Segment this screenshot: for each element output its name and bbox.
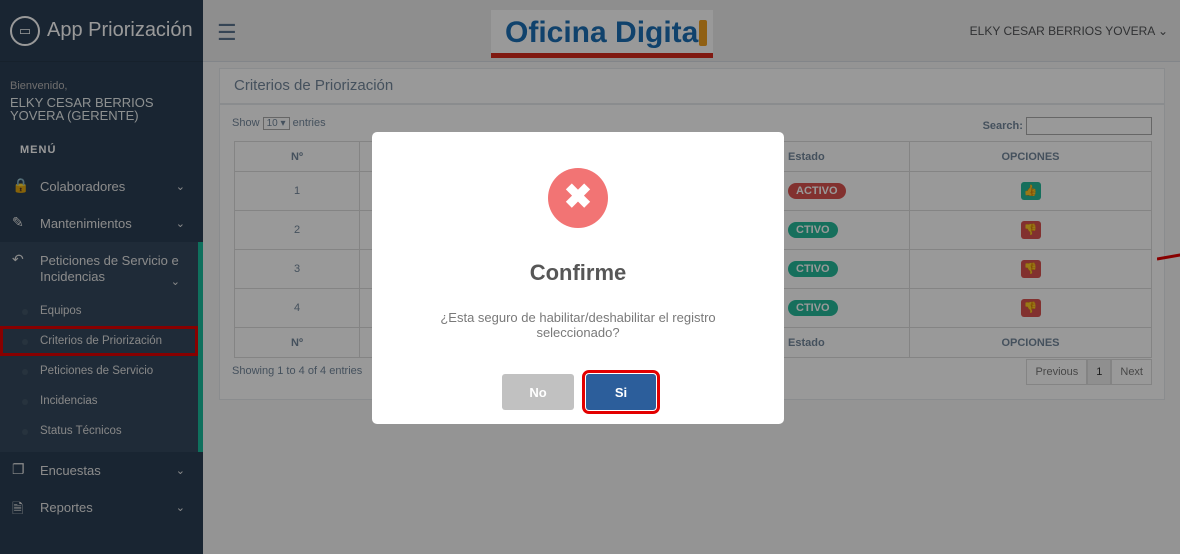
- dialog-title: Confirme: [529, 260, 627, 285]
- confirm-dialog: ✖ Confirme ¿Esta seguro de habilitar/des…: [372, 132, 784, 424]
- no-button[interactable]: No: [502, 374, 574, 410]
- si-button[interactable]: Si: [582, 370, 660, 414]
- error-icon: ✖: [548, 168, 608, 228]
- dialog-message: ¿Esta seguro de habilitar/deshabilitar e…: [440, 310, 716, 340]
